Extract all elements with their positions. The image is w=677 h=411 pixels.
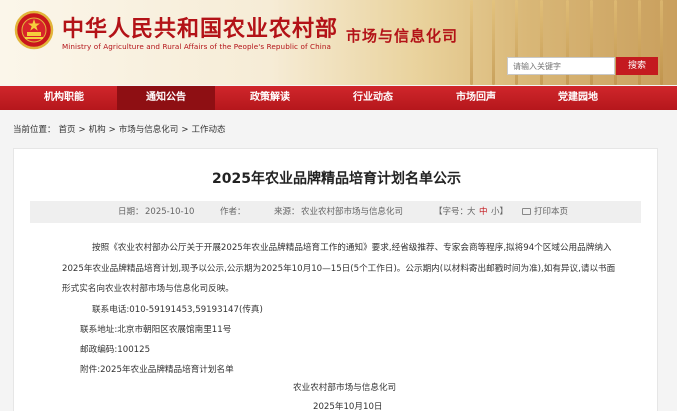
nav-item-industry[interactable]: 行业动态 bbox=[327, 86, 419, 110]
breadcrumb-prefix: 当前位置： bbox=[13, 125, 56, 135]
search-input[interactable] bbox=[507, 57, 615, 75]
search-button[interactable]: 搜索 bbox=[616, 57, 658, 75]
postcode: 邮政编码:100125 bbox=[80, 345, 151, 355]
font-size-label: 【字号： bbox=[434, 207, 469, 217]
printer-icon bbox=[522, 208, 531, 215]
contact-phone: 联系电话:010-59191453,59193147(传真) bbox=[92, 305, 263, 315]
breadcrumb-separator: > bbox=[108, 125, 116, 135]
nav-item-notices[interactable]: 通知公告 bbox=[117, 86, 215, 110]
header-banner: 中华人民共和国农业农村部 Ministry of Agriculture and… bbox=[0, 0, 677, 85]
author-label: 作者： bbox=[220, 207, 246, 217]
article-title: 2025年农业品牌精品培育计划名单公示 bbox=[212, 171, 461, 187]
source-label: 来源： bbox=[274, 207, 300, 217]
print-button[interactable]: 打印本页 bbox=[522, 201, 568, 223]
breadcrumb-separator: > bbox=[78, 125, 86, 135]
page: 中华人民共和国农业农村部 Ministry of Agriculture and… bbox=[0, 0, 677, 411]
source-value: 农业农村部市场与信息化司 bbox=[301, 207, 404, 217]
contact-address: 联系地址:北京市朝阳区农展馆南里11号 bbox=[80, 325, 232, 335]
article-paragraph-line-2: 2025年农业品牌精品培育计划,现予以公示,公示期为2025年10月10—15日… bbox=[62, 264, 616, 274]
signature: 农业农村部市场与信息化司 bbox=[293, 383, 397, 393]
nav-item-party[interactable]: 党建园地 bbox=[532, 86, 624, 110]
breadcrumb-department[interactable]: 市场与信息化司 bbox=[119, 125, 179, 135]
font-size-medium[interactable]: 中 bbox=[479, 201, 488, 223]
national-emblem-icon bbox=[14, 10, 54, 50]
breadcrumb-work-news[interactable]: 工作动态 bbox=[191, 125, 225, 135]
sign-date: 2025年10月10日 bbox=[313, 402, 383, 411]
main-nav: 机构职能 通知公告 政策解读 行业动态 市场回声 党建园地 bbox=[0, 86, 677, 110]
site-title[interactable]: 中华人民共和国农业农村部 bbox=[62, 11, 338, 43]
print-label: 打印本页 bbox=[534, 207, 569, 217]
article-card: 2025年农业品牌精品培育计划名单公示 日期： 2025-10-10 作者： 来… bbox=[13, 148, 658, 411]
attachment-link[interactable]: 附件:2025年农业品牌精品培育计划名单 bbox=[80, 363, 234, 375]
article-paragraph-line-3: 形式实名向农业农村部市场与信息化司反映。 bbox=[62, 284, 234, 294]
site-subtitle: Ministry of Agriculture and Rural Affair… bbox=[62, 42, 332, 51]
breadcrumb-separator: > bbox=[181, 125, 189, 135]
nav-item-market[interactable]: 市场回声 bbox=[430, 86, 522, 110]
nav-item-policy[interactable]: 政策解读 bbox=[224, 86, 316, 110]
breadcrumb-institution[interactable]: 机构 bbox=[89, 125, 106, 135]
nav-item-institution[interactable]: 机构职能 bbox=[20, 86, 108, 110]
breadcrumb: 当前位置： 首页 > 机构 > 市场与信息化司 > 工作动态 bbox=[13, 123, 228, 135]
article-meta-bar: 日期： 2025-10-10 作者： 来源： 农业农村部市场与信息化司 【字号：… bbox=[30, 201, 641, 223]
date-value: 2025-10-10 bbox=[145, 207, 195, 217]
breadcrumb-home[interactable]: 首页 bbox=[59, 125, 76, 135]
department-title: 市场与信息化司 bbox=[346, 27, 459, 45]
article-paragraph-line-1: 按照《农业农村部办公厅关于开展2025年农业品牌精品培育工作的通知》要求,经省级… bbox=[92, 243, 612, 253]
font-size-small[interactable]: 小】 bbox=[491, 201, 508, 223]
font-size-large[interactable]: 大 bbox=[467, 201, 476, 223]
date-label: 日期： bbox=[118, 207, 144, 217]
